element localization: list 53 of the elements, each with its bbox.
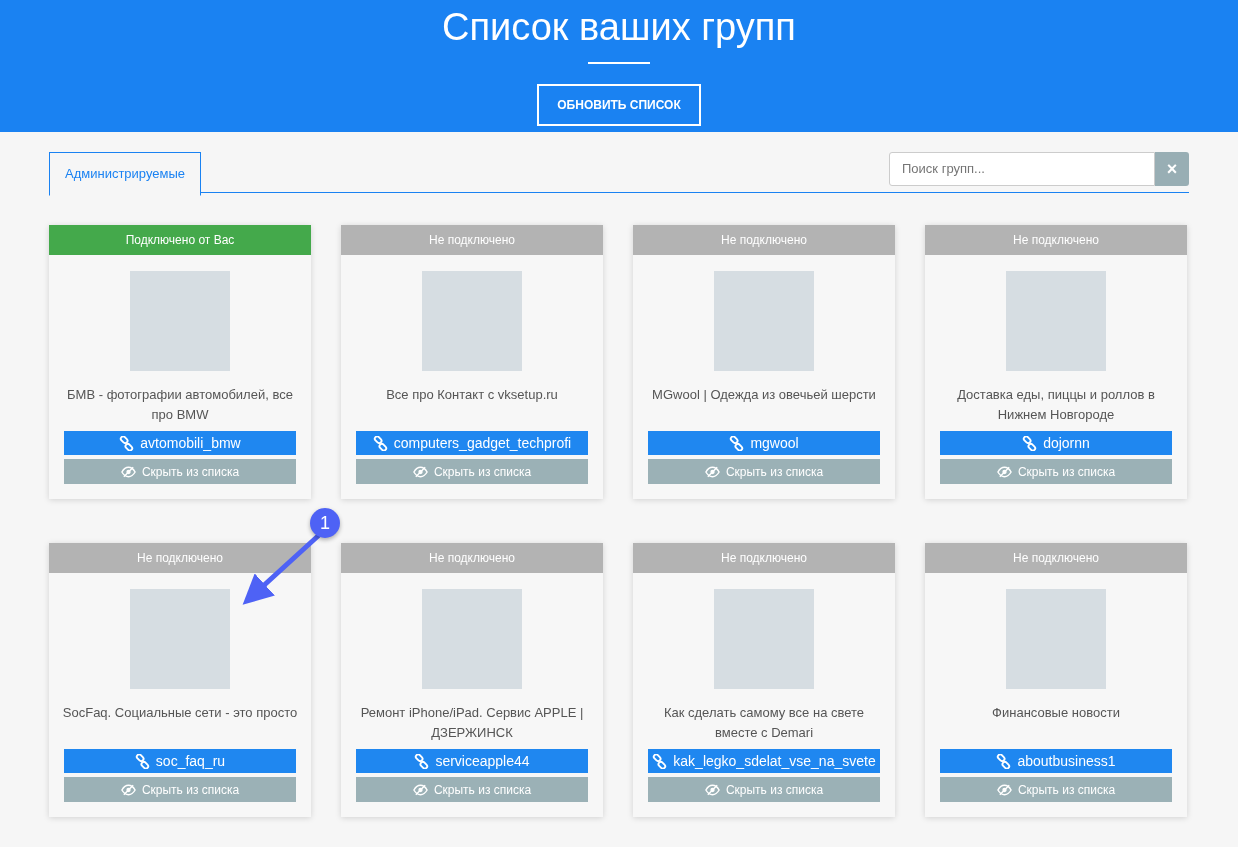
status-banner: Не подключено [341, 225, 603, 255]
clear-search-button[interactable]: × [1155, 152, 1189, 186]
refresh-list-button[interactable]: ОБНОВИТЬ СПИСОК [537, 84, 701, 126]
group-link[interactable]: kak_legko_sdelat_vse_na_svete [648, 749, 880, 773]
link-icon [1022, 435, 1038, 451]
annotation-badge: 1 [310, 508, 340, 538]
group-title: SocFaq. Социальные сети - это просто [61, 704, 299, 722]
group-link[interactable]: mgwool [648, 431, 880, 455]
link-icon [996, 753, 1012, 769]
tab[interactable]: Администрируемые [49, 152, 202, 196]
hide-from-list-button[interactable]: Скрыть из списка [648, 459, 880, 484]
status-banner: Не подключено [49, 543, 311, 573]
link-icon [372, 435, 388, 451]
status-banner: Не подключено [925, 543, 1187, 573]
hide-from-list-button[interactable]: Скрыть из списка [648, 777, 880, 802]
link-icon [134, 753, 150, 769]
group-title: Финансовые новости [991, 704, 1121, 722]
hide-from-list-button[interactable]: Скрыть из списка [940, 777, 1172, 802]
hidden-eye-icon [996, 465, 1012, 478]
link-icon [414, 753, 430, 769]
group-title: Ремонт iPhone/iPad. Сервис APPLE | ДЗЕРЖИНСК [359, 704, 585, 742]
hide-from-list-button[interactable]: Скрыть из списка [940, 459, 1172, 484]
status-banner: Не подключено [633, 543, 895, 573]
group-title: Как сделать самому все на свете вместе с Demari [662, 704, 866, 742]
link-icon [652, 753, 668, 769]
hidden-eye-icon [412, 465, 428, 478]
group-title: БМВ - фотографии автомобилей, все про BMW [66, 386, 294, 424]
status-banner: Не подключено [341, 543, 603, 573]
hide-from-list-button[interactable]: Скрыть из списка [64, 777, 296, 802]
status-banner: Подключено от Вас [49, 225, 311, 255]
group-link[interactable]: avtomobili_bmw [64, 431, 296, 455]
hidden-eye-icon [412, 783, 428, 796]
hidden-eye-icon [704, 783, 720, 796]
hidden-eye-icon [120, 465, 136, 478]
page-title: Список ваших групп [441, 5, 797, 50]
group-title: MGwool | Одежда из овечьей шерсти [651, 386, 877, 404]
group-link[interactable]: dojornn [940, 431, 1172, 455]
status-banner: Не подключено [633, 225, 895, 255]
hide-from-list-button[interactable]: Скрыть из списка [356, 777, 588, 802]
group-link[interactable]: computers_gadget_techprofi [356, 431, 588, 455]
group-title: Все про Контакт с vksetup.ru [385, 386, 559, 404]
group-link[interactable]: soc_faq_ru [64, 749, 296, 773]
status-banner: Не подключено [925, 225, 1187, 255]
hidden-eye-icon [704, 465, 720, 478]
link-icon [119, 435, 135, 451]
group-link[interactable]: serviceapple44 [356, 749, 588, 773]
hidden-eye-icon [120, 783, 136, 796]
link-icon [729, 435, 745, 451]
hide-from-list-button[interactable]: Скрыть из списка [356, 459, 588, 484]
group-title: Доставка еды, пиццы и роллов в Нижнем Новгороде [956, 386, 1156, 424]
hide-from-list-button[interactable]: Скрыть из списка [64, 459, 296, 484]
group-link[interactable]: aboutbusiness1 [940, 749, 1172, 773]
hidden-eye-icon [996, 783, 1012, 796]
